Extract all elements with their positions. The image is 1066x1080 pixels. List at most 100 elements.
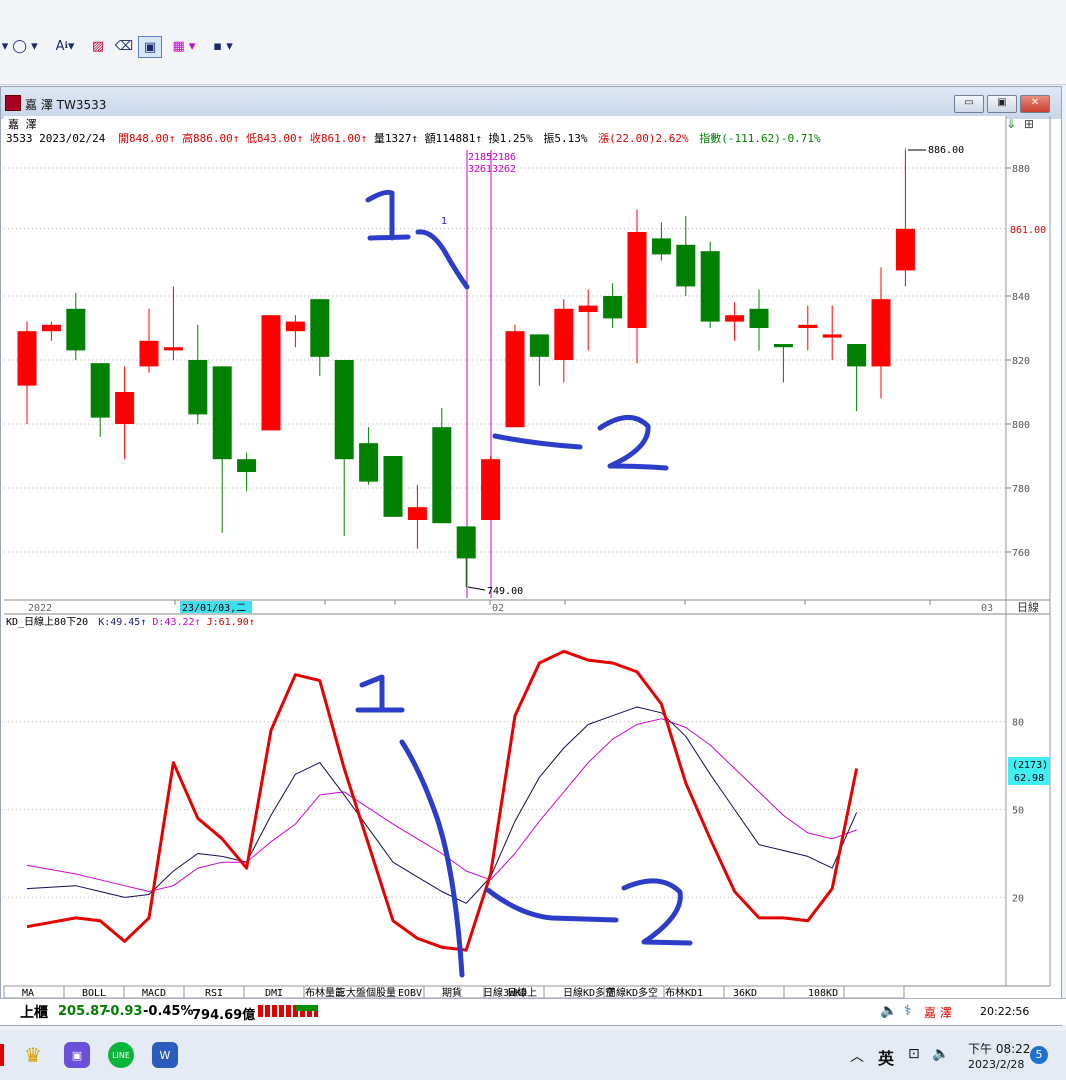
indicator-tab[interactable]: 個股量 <box>366 986 396 998</box>
taskbar-edge-app[interactable] <box>0 1044 4 1066</box>
indicator-tab[interactable]: BOLL <box>82 988 106 998</box>
candle <box>481 456 501 520</box>
alert-icon[interactable]: ⚕ <box>904 1003 912 1019</box>
candle-body <box>749 308 769 328</box>
indicator-tab[interactable]: 期貨 <box>442 986 462 998</box>
candle <box>383 456 403 517</box>
quote-close: 收861.00↑ <box>310 131 367 145</box>
indicator-tab[interactable]: 36KD <box>733 988 757 998</box>
status-bar: 上櫃 205.87 -0.93 -0.45% 794.69億 🔈 ⚕ 嘉 澤 2… <box>0 998 1066 1025</box>
hand-arrow-1-bottom <box>399 739 465 978</box>
indicator-tab[interactable]: EOBV <box>398 988 422 998</box>
candle-body <box>407 507 427 520</box>
candle-body <box>359 443 379 482</box>
kd-tick-label: 50 <box>1012 806 1024 817</box>
feb-label: 02 <box>492 603 504 614</box>
word-app-icon[interactable]: W <box>152 1042 178 1068</box>
indicator-tab[interactable]: 日線上 <box>507 986 537 998</box>
candle-body <box>627 232 647 328</box>
price-tick-label: 840 <box>1012 292 1030 303</box>
volume-icon[interactable]: 🔈 <box>932 1046 949 1062</box>
network-icon[interactable]: ⊡ <box>908 1046 920 1062</box>
quote-change: 漲(22.00)2.62% <box>598 132 689 145</box>
indicator-tab[interactable]: 三大盤 <box>336 986 366 998</box>
stock-name: 嘉 澤 <box>8 117 37 131</box>
windows-taskbar: ♛ ▣ LINE W ︿ 英 ⊡ 🔈 下午 08:22 2023/2/28 5 <box>0 1030 1066 1080</box>
indicator-tabs: MA BOLL MACD RSI DMI 布林量能三大盤 個股量 EOBV 期貨 日線3WKD日線… <box>3 985 905 998</box>
candle-body <box>237 459 257 472</box>
candle-body <box>432 427 452 524</box>
candle-body <box>895 228 915 271</box>
candle-body <box>603 296 623 319</box>
kd-d-label: D:43.22↑ <box>152 617 200 628</box>
candle-body <box>285 321 305 332</box>
high-label: 886.00 <box>928 145 964 156</box>
period-button[interactable]: 日線 <box>1017 600 1039 614</box>
candle-body <box>90 363 110 418</box>
kd-tick-label: 20 <box>1012 893 1024 904</box>
hand-arrow-2-bottom <box>485 887 619 923</box>
candle-body <box>383 456 403 517</box>
indicator-tab[interactable]: DMI <box>265 988 283 998</box>
pin-icon[interactable]: ⇓ <box>1006 117 1016 131</box>
kd-k-label: K:49.45↑ <box>98 617 146 628</box>
candle-body <box>847 344 867 367</box>
clock-date[interactable]: 2023/2/28 <box>968 1058 1024 1071</box>
candle-body <box>41 324 61 332</box>
cursor-date: 23/01/03,二 <box>182 603 246 614</box>
quote-volume: 量1327↑ <box>374 132 418 145</box>
candle-body <box>871 299 891 367</box>
kd-line-d <box>26 718 857 892</box>
last-price-label: 861.00 <box>1010 225 1046 236</box>
market-index-pct: -0.45% <box>143 1004 194 1019</box>
indicator-tab[interactable]: MACD <box>142 988 166 998</box>
indicator-tab[interactable]: 布林KD1 <box>665 986 703 998</box>
speaker-icon[interactable]: 🔈 <box>880 1003 897 1019</box>
candle-body <box>261 315 281 431</box>
cursor-top-b: 2186 <box>492 152 516 163</box>
candle <box>261 315 281 431</box>
indicator-tab[interactable]: 108KD <box>808 988 838 998</box>
market-index-value: 205.87 <box>58 1004 109 1019</box>
candle-body <box>310 299 330 357</box>
candle-body <box>700 251 720 322</box>
candle <box>700 241 720 328</box>
candle <box>505 324 525 428</box>
crown-app-icon[interactable]: ♛ <box>20 1042 46 1068</box>
kd-j-label: J:61.90↑ <box>207 617 255 628</box>
quote-amount: 額114881↑ <box>425 132 482 145</box>
line-app-icon[interactable]: LINE <box>108 1042 134 1068</box>
year-label: 2022 <box>28 603 52 614</box>
quote-amplitude: 振5.13% <box>543 131 587 145</box>
candle-body <box>17 331 37 386</box>
candle-body <box>529 334 549 357</box>
candle-body <box>115 392 135 424</box>
small-marker: 1 <box>441 216 447 227</box>
candle-body <box>554 308 574 360</box>
status-stock-name: 嘉 澤 <box>924 1006 952 1020</box>
price-tick-label: 780 <box>1012 484 1030 495</box>
indicator-tab[interactable]: RSI <box>205 988 223 998</box>
candle-body <box>676 244 696 287</box>
candle-body <box>139 340 159 367</box>
kd-header: KD_日線上80下20 K:49.45↑ D:43.22↑ J:61.90↑ <box>6 615 255 628</box>
clock-time[interactable]: 下午 08:22 <box>968 1040 1030 1057</box>
candle-body <box>456 526 476 559</box>
indicator-tab[interactable]: 周線KD多空 <box>606 986 658 998</box>
mar-label: 03 <box>981 603 993 614</box>
tray-chevron-icon[interactable]: ︿ <box>850 1046 864 1066</box>
market-breadth-green <box>296 1005 318 1011</box>
cursor-top-a: 2185 <box>468 152 492 163</box>
teams-app-icon[interactable]: ▣ <box>64 1042 90 1068</box>
candle-body <box>188 360 208 415</box>
notification-badge[interactable]: 5 <box>1030 1046 1048 1064</box>
candle-body <box>212 366 232 460</box>
layout-icon[interactable]: ⊞ <box>1024 117 1034 131</box>
ime-indicator[interactable]: 英 <box>878 1045 894 1069</box>
indicator-tab[interactable]: MA <box>22 988 34 998</box>
candle-body <box>725 315 745 322</box>
kd-lines <box>26 649 859 952</box>
market-turnover: 794.69億 <box>192 1008 256 1023</box>
market-index-change: -0.93 <box>105 1004 143 1019</box>
candle-body <box>822 334 842 338</box>
